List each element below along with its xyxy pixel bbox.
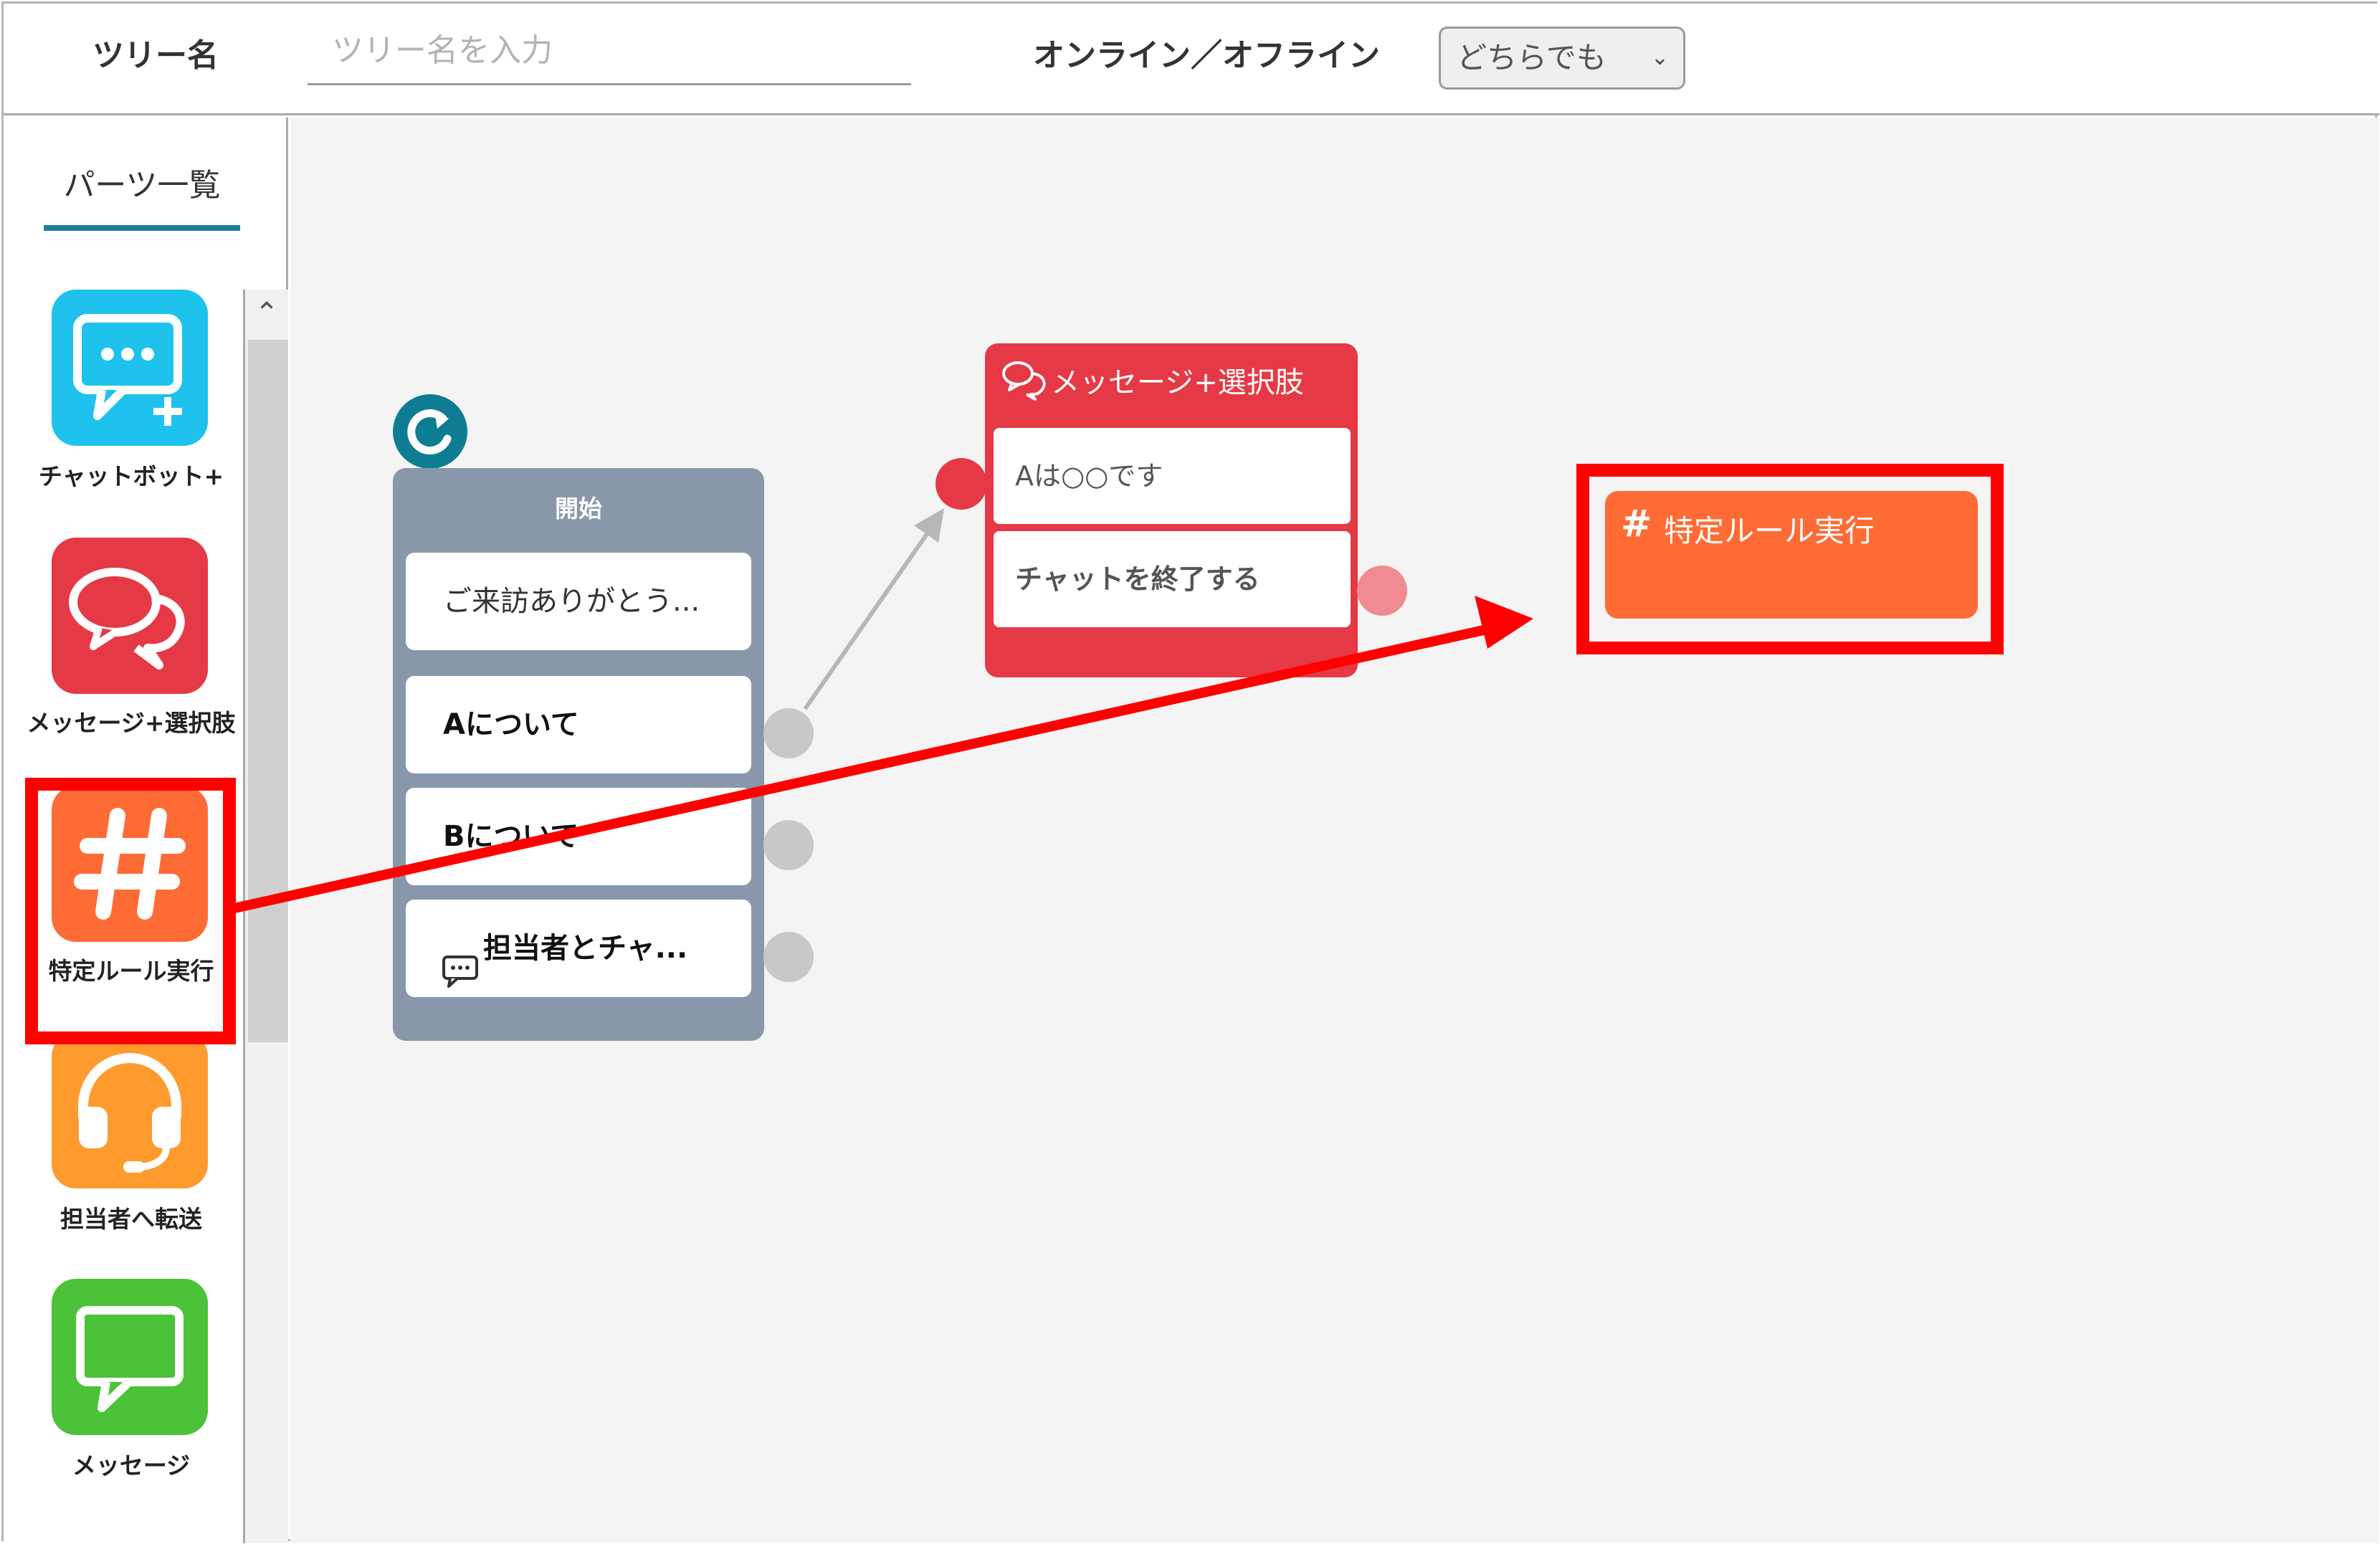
scrollbar-thumb[interactable]: [248, 340, 288, 1042]
part-label: メッセージ: [72, 1452, 191, 1479]
part-label: メッセージ+選択肢: [27, 709, 236, 737]
output-port-end-chat[interactable]: [1357, 566, 1407, 616]
chatbot-plus-icon: [52, 290, 208, 446]
chat-bubble-icon: [442, 931, 479, 988]
output-port-b[interactable]: [763, 820, 814, 870]
start-option-a[interactable]: Aについて: [406, 676, 751, 773]
headset-icon: [52, 1032, 208, 1188]
chevron-down-icon: ⌄: [1650, 45, 1669, 70]
input-port[interactable]: [936, 458, 987, 510]
tree-name-label: ツリー名: [92, 37, 219, 74]
palette-scrollbar[interactable]: ⌃: [243, 290, 288, 1543]
app-window: ツリー名 オンライン／オフライン どちらでも ⌄ パーツ一覧: [1, 1, 2379, 1543]
part-label: 担当者へ転送: [60, 1205, 202, 1233]
message-icon: [52, 1279, 208, 1435]
scroll-up-arrow-icon[interactable]: ⌃: [245, 290, 288, 337]
start-option-chat-agent[interactable]: 担当者とチャ...: [406, 900, 751, 997]
start-option-b[interactable]: Bについて: [406, 788, 751, 885]
message-choice-node[interactable]: メッセージ+選択肢 Aは○○です チャットを終了する: [985, 343, 1358, 677]
online-offline-label: オンライン／オフライン: [1033, 37, 1380, 74]
part-message-choice[interactable]: メッセージ+選択肢: [4, 538, 243, 753]
highlight-box-canvas-rule: [1576, 464, 2004, 654]
start-node-title: 開始: [555, 495, 602, 523]
message-choice-icon: [52, 538, 208, 694]
online-offline-select[interactable]: どちらでも ⌄: [1439, 27, 1685, 90]
start-option-greeting[interactable]: ご来訪ありがとう...: [406, 553, 751, 650]
message-text[interactable]: Aは○○です: [994, 428, 1351, 524]
part-chatbot-plus[interactable]: チャットボット+: [4, 290, 243, 505]
tab-parts-list[interactable]: パーツ一覧: [44, 159, 240, 205]
output-port-a[interactable]: [763, 708, 814, 758]
part-label: チャットボット+: [38, 462, 224, 490]
part-message[interactable]: メッセージ: [4, 1279, 243, 1494]
message-choice-node-title: メッセージ+選択肢: [1051, 366, 1304, 399]
tree-name-input[interactable]: [308, 18, 911, 85]
start-node[interactable]: 開始 ご来訪ありがとう... Aについて Bについて 担当者とチャ...: [393, 468, 764, 1041]
refresh-icon[interactable]: [393, 394, 467, 469]
active-tab-indicator: [44, 225, 240, 231]
part-transfer-agent[interactable]: 担当者へ転送: [4, 1032, 243, 1247]
choice-end-chat[interactable]: チャットを終了する: [994, 531, 1351, 627]
message-choice-icon: [999, 358, 1051, 401]
start-option-label: 担当者とチャ...: [483, 932, 688, 965]
highlight-box-palette-rule: [25, 778, 236, 1044]
header-bar: ツリー名 オンライン／オフライン どちらでも ⌄: [4, 4, 2379, 115]
output-port-chat-agent[interactable]: [763, 932, 814, 982]
select-value: どちらでも: [1457, 40, 1606, 75]
